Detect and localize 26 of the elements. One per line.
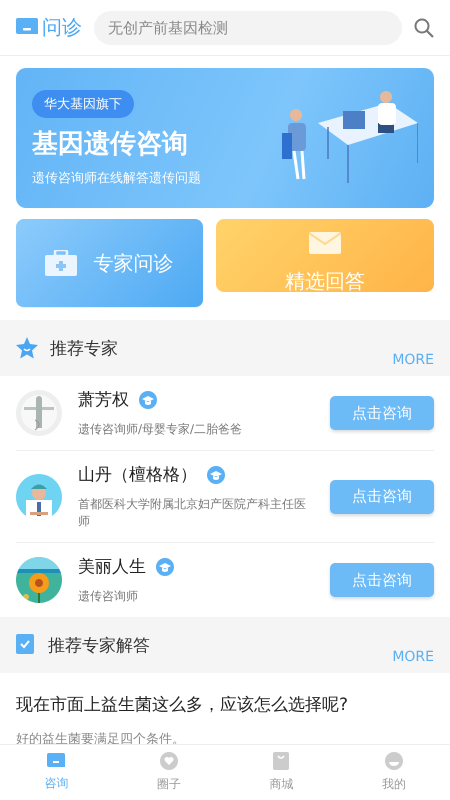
tab[interactable]: 圈子 [112, 745, 225, 800]
more-link[interactable]: MORE [392, 649, 434, 673]
tab[interactable]: 商城 [225, 745, 338, 800]
tab[interactable]: 咨询 [0, 745, 112, 800]
banner-subtitle: 遗传咨询师在线解答遗传问题 [32, 170, 201, 186]
section-title: 推荐专家 [50, 338, 119, 360]
consult-button[interactable]: 点击咨询 [330, 563, 434, 597]
expert-name: 萧芳权 [78, 389, 129, 411]
app-logo-text: 问诊 [42, 14, 82, 41]
expert-description: 首都医科大学附属北京妇产医院产科主任医师 [78, 496, 307, 530]
section-title: 推荐专家解答 [48, 634, 151, 656]
consult-button[interactable]: 点击咨询 [330, 480, 434, 514]
expert-name: 美丽人生 [78, 556, 146, 578]
more-link[interactable]: MORE [392, 352, 434, 376]
expert-description: 遗传咨询师 [78, 588, 139, 605]
consult-button[interactable]: 点击咨询 [330, 396, 434, 430]
banner[interactable]: 华大基因旗下 基因遗传咨询 遗传咨询师在线解答遗传问题 [16, 68, 434, 208]
banner-title: 基因遗传咨询 [32, 128, 188, 160]
search-field[interactable]: 无创产前基因检测 [94, 10, 402, 44]
expert-consult-button[interactable]: 专家问诊 [16, 219, 202, 308]
tab[interactable]: 我的 [338, 745, 450, 800]
selected-answers-button[interactable]: 精选回答 [216, 219, 434, 292]
expert-description: 遗传咨询师/母婴专家/二胎爸爸 [78, 421, 244, 438]
question-title[interactable]: 现在市面上益生菌这么多，应该怎么选择呢? [16, 693, 434, 716]
expert-name: 山丹（檀格格） [78, 464, 197, 486]
badge: 华大基因旗下 [32, 90, 134, 118]
